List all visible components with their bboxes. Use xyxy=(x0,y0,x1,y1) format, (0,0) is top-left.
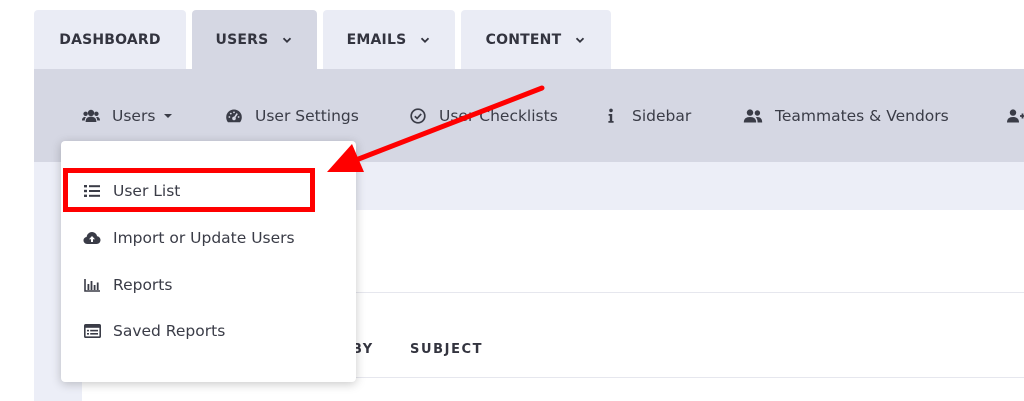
annotation-arrow xyxy=(327,85,545,172)
